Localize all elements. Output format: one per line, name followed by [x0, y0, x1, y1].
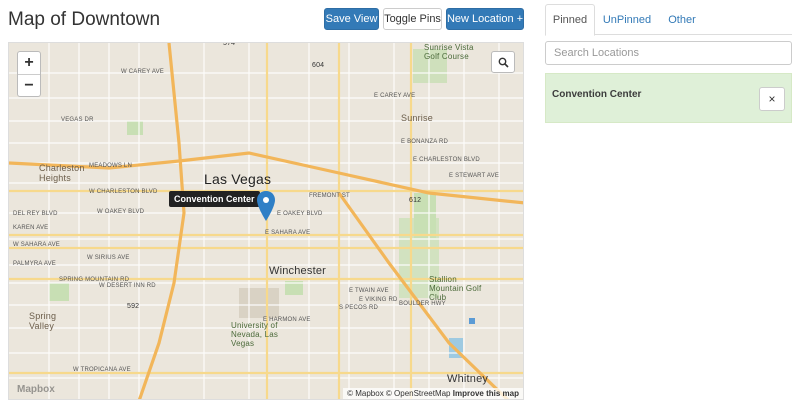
map-label-spring-valley: Spring Valley	[29, 311, 57, 331]
map-label-e-charleston: E CHARLESTON BLVD	[413, 157, 480, 163]
map-label-e-oakey: E OAKEY BLVD	[277, 211, 323, 217]
map-label-e-harmon: E HARMON AVE	[263, 317, 311, 323]
map-label-hwy-604: 604	[312, 62, 325, 69]
map-pin-icon[interactable]	[257, 191, 275, 226]
zoom-control: + −	[17, 51, 41, 97]
toggle-pins-button[interactable]: Toggle Pins	[383, 8, 442, 30]
map-label-w-carey: W CAREY AVE	[121, 69, 164, 75]
map-label-charleston-heights: Charleston Heights	[39, 163, 85, 183]
location-tabs: Pinned UnPinned Other	[545, 4, 792, 36]
map-label-e-viking: E VIKING RD	[359, 297, 398, 303]
map-label-sunrise-vista: Sunrise Vista Golf Course	[424, 43, 474, 61]
map-label-e-sahara: E SAHARA AVE	[265, 230, 311, 236]
map-view[interactable]: Las Vegas Winchester Whitney Spring Vall…	[8, 42, 524, 400]
attribution-text[interactable]: © Mapbox © OpenStreetMap	[347, 389, 450, 398]
improve-map-link[interactable]: Improve this map	[453, 389, 519, 398]
map-label-w-oakey: W OAKEY BLVD	[97, 209, 145, 215]
location-list-item[interactable]: Convention Center ×	[545, 73, 792, 123]
map-label-e-carey: E CAREY AVE	[374, 93, 416, 99]
map-label-sunrise: Sunrise	[401, 113, 433, 123]
mapbox-logo: Mapbox	[17, 384, 55, 395]
save-view-button[interactable]: Save View	[324, 8, 379, 30]
map-label-meadows: MEADOWS LN	[89, 163, 133, 169]
map-label-s-pecos: S PECOS RD	[339, 305, 379, 311]
map-label-las-vegas: Las Vegas	[204, 171, 272, 187]
close-icon: ×	[768, 92, 776, 106]
page-title: Map of Downtown	[8, 9, 161, 30]
map-label-del-rey: DEL REY BLVD	[13, 211, 58, 217]
pin-dot	[263, 197, 269, 203]
map-label-fremont: FREMONT ST	[309, 193, 350, 199]
tab-unpinned[interactable]: UnPinned	[597, 4, 657, 35]
map-label-w-charleston: W CHARLESTON BLVD	[89, 189, 158, 195]
pin-shape	[257, 191, 275, 221]
map-label-vegas-dr: VEGAS DR	[61, 117, 94, 123]
map-label-w-sirius: W SIRIUS AVE	[87, 255, 130, 261]
map-label-whitney: Whitney	[447, 373, 489, 385]
map-label-hwy-592: 592	[127, 303, 140, 310]
tab-pinned[interactable]: Pinned	[545, 4, 595, 36]
map-label-palmyra: PALMYRA AVE	[13, 261, 56, 267]
tab-other[interactable]: Other	[659, 4, 705, 35]
map-attribution: © Mapbox © OpenStreetMap Improve this ma…	[343, 388, 523, 399]
search-locations-input[interactable]	[545, 41, 792, 65]
remove-location-button[interactable]: ×	[759, 87, 785, 111]
map-label-w-sahara: W SAHARA AVE	[13, 242, 60, 248]
search-icon	[498, 57, 509, 68]
map-label-unlv: University of Nevada, Las Vegas	[231, 321, 279, 348]
location-name: Convention Center	[552, 89, 642, 100]
map-label-hwy-574: 574	[223, 42, 236, 47]
map-label-w-tropicana: W TROPICANA AVE	[73, 367, 131, 373]
zoom-in-button[interactable]: +	[18, 52, 40, 74]
map-label-e-bonanza: E BONANZA RD	[401, 139, 449, 145]
map-label-e-stewart: E STEWART AVE	[449, 173, 500, 179]
map-label-karen: KAREN AVE	[13, 225, 49, 231]
map-search-button[interactable]	[491, 51, 515, 73]
map-label-stallion-mountain: Stallion Mountain Golf Club	[429, 275, 482, 302]
map-label-hwy-612: 612	[409, 197, 422, 204]
map-label-boulder-hwy: BOULDER HWY	[399, 301, 446, 307]
map-label-e-twain: E TWAIN AVE	[349, 288, 389, 294]
zoom-out-button[interactable]: −	[18, 74, 40, 96]
new-location-button[interactable]: New Location +	[446, 8, 524, 30]
map-label-w-desert-inn: W DESERT INN RD	[99, 283, 156, 289]
map-label-winchester: Winchester	[269, 265, 327, 277]
pin-tooltip: Convention Center	[169, 191, 260, 207]
